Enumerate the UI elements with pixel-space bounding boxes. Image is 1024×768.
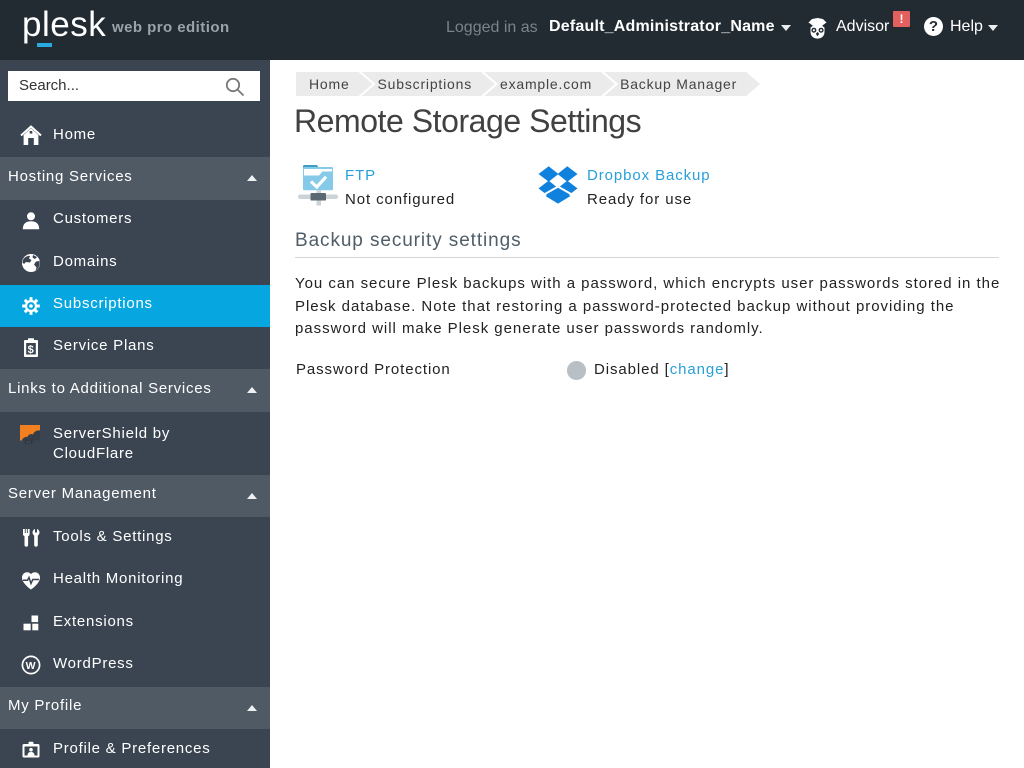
svg-text:W: W: [26, 660, 37, 672]
svg-text:CF: CF: [24, 437, 36, 445]
svg-text:$: $: [28, 344, 35, 356]
